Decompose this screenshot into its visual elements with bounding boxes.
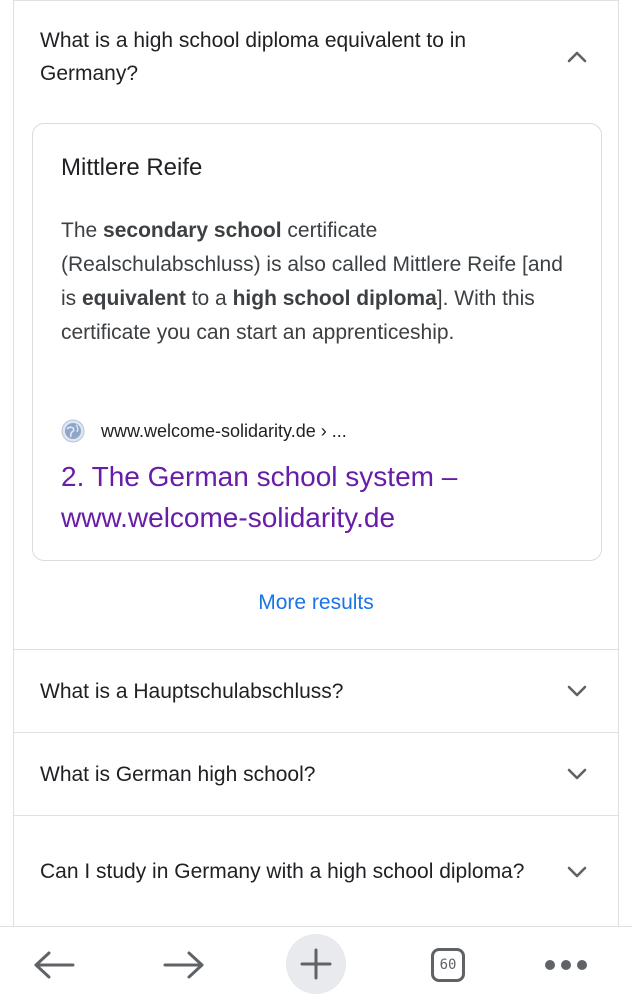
chevron-up-icon[interactable] [566,46,588,68]
answer-title: Mittlere Reife [61,154,203,181]
faq-question-text: What is German high school? [40,762,316,786]
faq-question-collapsed[interactable]: What is a Hauptschulabschluss? [14,650,618,733]
answer-snippet: The secondary school certificate (Realsc… [61,214,581,350]
browser-bottom-bar: 60 [0,926,632,1000]
snippet-bold-text: high school diploma [232,287,437,310]
arrow-right-icon[interactable] [156,937,212,993]
chevron-down-icon[interactable] [566,763,588,785]
arrow-left-icon[interactable] [26,937,82,993]
source-row[interactable]: www.welcome-solidarity.de › ... [61,418,347,444]
tab-count: 60 [431,948,465,982]
source-url: www.welcome-solidarity.de › ... [101,420,347,441]
snippet-text: to a [185,287,233,310]
faq-question-collapsed[interactable]: Can I study in Germany with a high schoo… [14,816,618,927]
more-results-link[interactable]: More results [14,591,618,615]
faq-question-text: What is a Hauptschulabschluss? [40,679,344,703]
more-dots-icon[interactable] [538,937,594,993]
chevron-down-icon[interactable] [566,861,588,883]
result-title-link[interactable]: 2. The German school system – www.welcom… [61,456,581,538]
snippet-bold-text: equivalent [82,287,186,310]
plus-icon [286,934,346,994]
tab-switcher-button[interactable]: 60 [420,937,476,993]
faq-question-collapsed[interactable]: What is German high school? [14,733,618,816]
chevron-down-icon[interactable] [566,680,588,702]
new-tab-button[interactable] [286,934,346,994]
answer-card: Mittlere Reife The secondary school cert… [32,123,602,561]
faq-question-expanded[interactable]: What is a high school diploma equivalent… [14,1,618,113]
snippet-text: The [61,219,104,242]
faq-question-text: What is a high school diploma equivalent… [40,29,467,85]
globe-icon [61,419,85,443]
snippet-bold-text: secondary school [103,219,282,242]
faq-question-text: Can I study in Germany with a high schoo… [40,860,525,883]
people-also-ask-panel: What is a high school diploma equivalent… [13,0,619,926]
